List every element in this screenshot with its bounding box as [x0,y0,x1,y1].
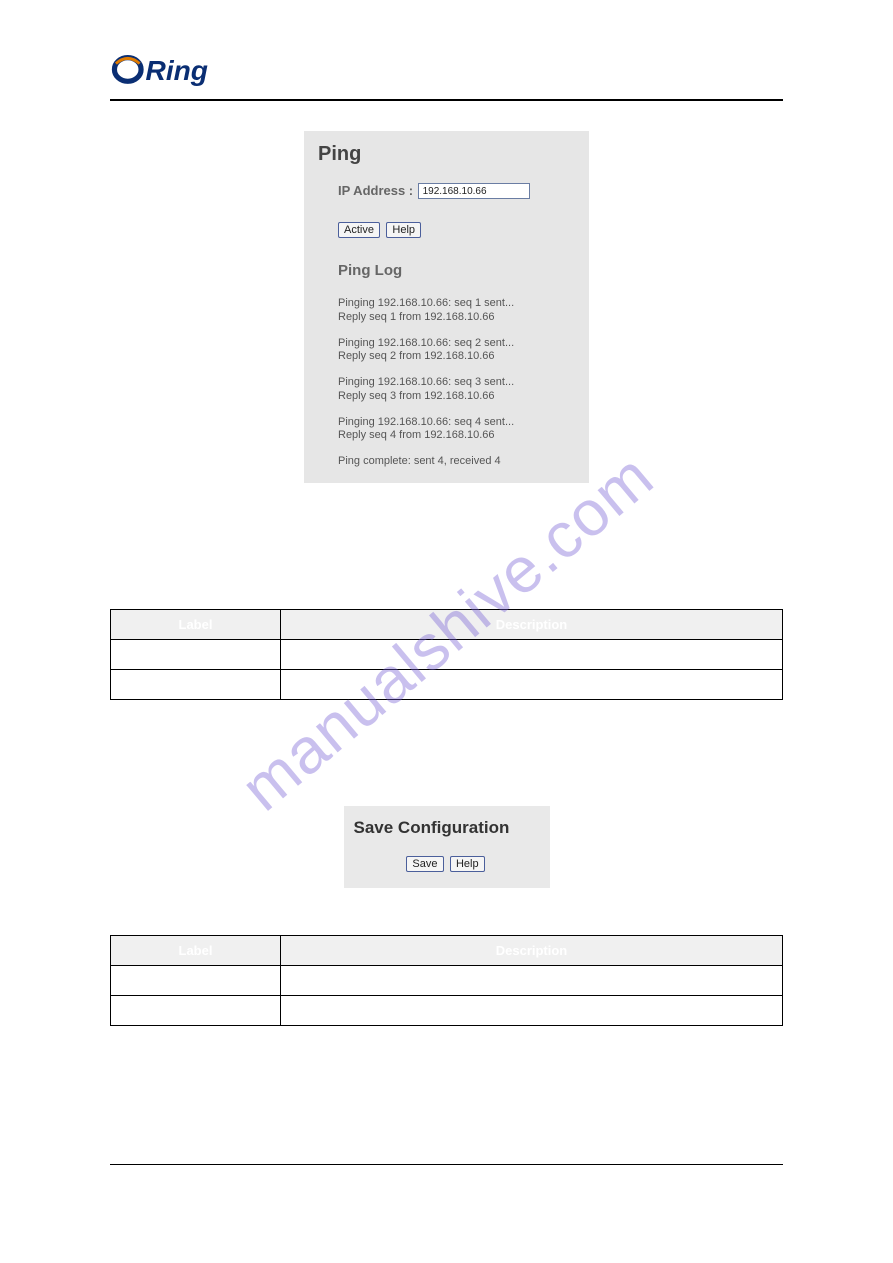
save-caption: System Configuration interface [110,902,783,917]
oring-logo-icon: Ring [110,50,258,86]
log-line: Reply seq 3 from 192.168.10.66 [338,390,581,404]
save-intro: If any configuration changed, "Save Conf… [110,749,783,787]
save-desc-table: Label Description Save Save all configur… [110,935,783,1026]
intro-text: The following table describes the labels… [110,570,783,589]
log-line: Reply seq 4 from 192.168.10.66 [338,429,581,443]
table-header: Description [281,609,783,639]
ip-address-label: IP Address : [338,183,413,198]
table-row: Save Save all configurations. [111,966,783,996]
log-line: Reply seq 1 from 192.168.10.66 [338,311,581,325]
top-divider [110,99,783,101]
table-cell: Active [111,669,281,699]
ping-log: Pinging 192.168.10.66: seq 1 sent... Rep… [338,297,581,469]
footer-page-number: 86 [770,1187,783,1201]
ping-panel: Ping IP Address : 192.168.10.66 Active H… [304,131,589,483]
section-num-text: 5.1.12.5 [110,726,164,743]
table-header: Label [111,936,281,966]
table-row: Active Click "Active" to send ICMP packe… [111,669,783,699]
table-cell: IP Address [111,639,281,669]
table-cell: Enter the IP address you want to ping. [281,639,783,669]
log-line: Pinging 192.168.10.66: seq 1 sent... [338,297,581,311]
log-line: Pinging 192.168.10.66: seq 2 sent... [338,337,581,351]
log-line: Reply seq 2 from 192.168.10.66 [338,350,581,364]
ip-address-input[interactable]: 192.168.10.66 [418,183,530,199]
table-header: Description [281,936,783,966]
svg-text:Ring: Ring [146,55,208,86]
table-header: Label [111,609,281,639]
logo: Ring [110,50,783,91]
help-button[interactable]: Help [386,222,421,238]
footer: ORing Industrial Networking Corp. 86 [110,1187,783,1201]
table-cell: Click "Active" to send ICMP packets [281,669,783,699]
ping-caption: Ping interface [110,505,783,520]
table-cell: Help [111,996,281,1026]
table-row: Help Show help file. [111,996,783,1026]
save-config-title: Save Configuration [354,818,540,838]
log-line: Pinging 192.168.10.66: seq 3 sent... [338,376,581,390]
table-row: IP Address Enter the IP address you want… [111,639,783,669]
section-number: 5.1.12.5 Save Configuration [110,726,783,743]
save-button[interactable]: Save [406,856,443,872]
ping-log-title: Ping Log [338,262,581,279]
log-final: Ping complete: sent 4, received 4 [338,455,581,469]
ping-title: Ping [318,143,581,166]
section-title-text: Save Configuration [177,726,315,743]
active-button[interactable]: Active [338,222,380,238]
help-button-2[interactable]: Help [450,856,485,872]
table-cell: Save all configurations. [281,966,783,996]
footer-divider [110,1164,783,1165]
table-cell: Show help file. [281,996,783,1026]
save-config-panel: Save Configuration Save Help [344,806,550,888]
ping-desc-table: Label Description IP Address Enter the I… [110,609,783,700]
table-cell: Save [111,966,281,996]
footer-left: ORing Industrial Networking Corp. [110,1187,292,1201]
log-line: Pinging 192.168.10.66: seq 4 sent... [338,416,581,430]
